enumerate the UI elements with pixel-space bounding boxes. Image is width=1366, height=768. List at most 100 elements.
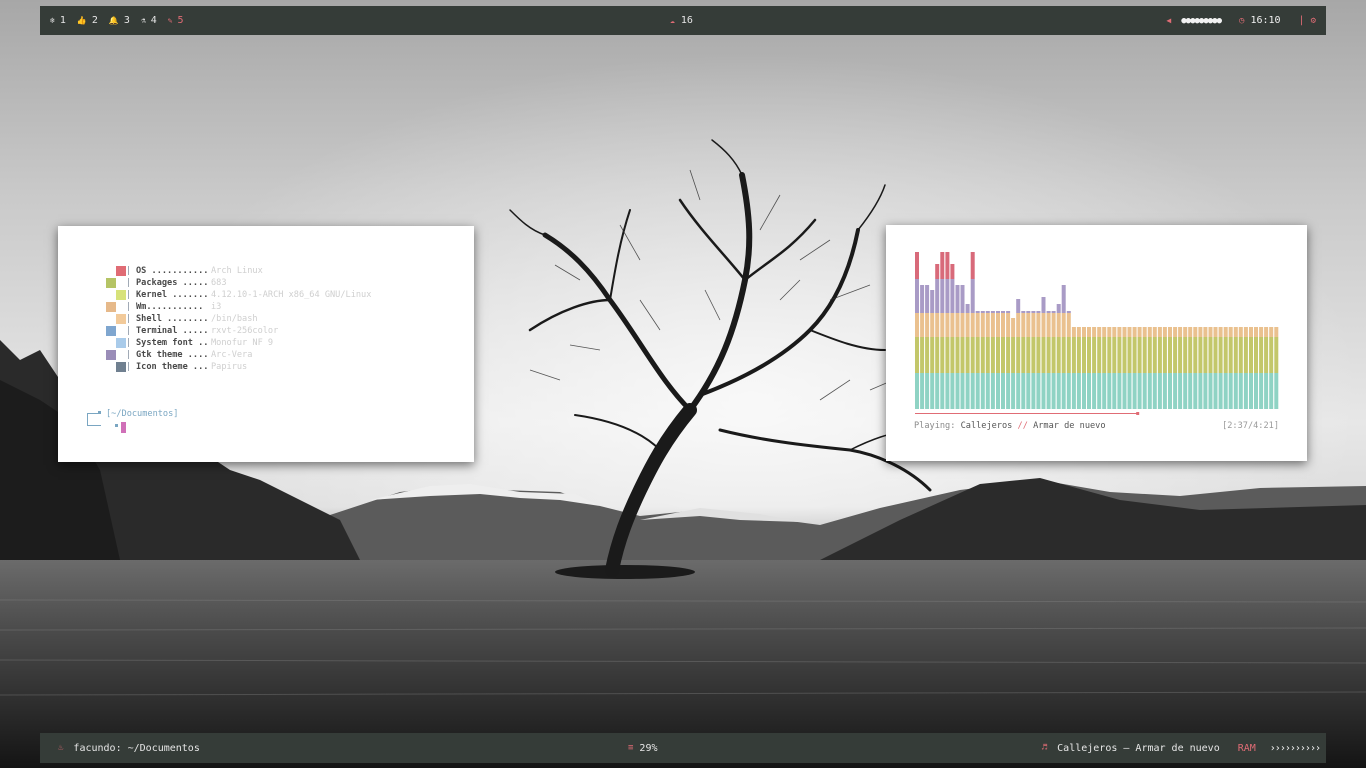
workspace-5[interactable]: ✎ 5 xyxy=(168,15,184,26)
spectrum-bar xyxy=(1249,337,1253,373)
spectrum-bar xyxy=(1082,327,1086,337)
spectrum-bar xyxy=(1046,311,1051,313)
spectrum-bar xyxy=(1056,337,1061,373)
spectrum-bar xyxy=(1147,337,1152,373)
spectrum-bar xyxy=(1036,313,1041,337)
workspace-label: 4 xyxy=(150,15,157,26)
info-key: Kernel ....... xyxy=(136,290,209,300)
spectrum-bar xyxy=(1112,373,1117,409)
spectrum-bar xyxy=(985,313,990,337)
spectrum-bar xyxy=(1097,373,1102,409)
spectrum-bar xyxy=(1041,373,1046,409)
cpu-usage: 29% xyxy=(639,742,658,754)
spectrum-bar xyxy=(1142,337,1147,373)
spectrum-bar xyxy=(1016,337,1021,373)
text-cursor xyxy=(121,422,126,433)
spectrum-bar xyxy=(1001,337,1005,373)
workspace-label: 5 xyxy=(177,15,184,26)
spectrum-bar xyxy=(1183,373,1188,409)
spectrum-bar xyxy=(1066,337,1071,373)
spectrum-bar xyxy=(1193,337,1198,373)
spectrum-bar xyxy=(990,311,995,313)
spectrum-bar xyxy=(1183,337,1188,373)
spectrum-bar xyxy=(920,337,925,373)
workspace-label: 2 xyxy=(91,15,98,26)
spectrum-bar xyxy=(1026,311,1031,313)
spectrum-bar xyxy=(935,313,940,337)
bottom-panel: ♨ facundo: ~/Documentos ≡ 29% ♬ Callejer… xyxy=(40,733,1326,763)
spectrum-bar xyxy=(1274,337,1279,373)
spectrum-bar xyxy=(1076,327,1081,337)
info-key: Packages ..... xyxy=(136,278,209,288)
spectrum-bar xyxy=(940,313,945,337)
spectrum-bar xyxy=(950,337,955,373)
spectrum-bar xyxy=(965,313,970,337)
spectrum-bar xyxy=(1238,327,1243,337)
current-song[interactable]: Callejeros – Armar de nuevo xyxy=(1057,743,1220,754)
info-value: Monofur NF 9 xyxy=(211,338,274,348)
artist-name: Callejeros xyxy=(960,421,1013,431)
spectrum-bar xyxy=(1178,373,1183,409)
spectrum-bar xyxy=(1001,373,1005,409)
cpu-widget: ≡ 29% xyxy=(628,743,657,754)
spectrum-bar xyxy=(1127,337,1132,373)
prompt-dot xyxy=(115,424,118,427)
spectrum-bar xyxy=(1259,327,1264,337)
spectrum-bar xyxy=(1011,337,1016,373)
music-visualizer-window[interactable]: Playing: Callejeros // Armar de nuevo [2… xyxy=(886,225,1307,461)
spectrum-bar xyxy=(925,313,930,337)
spectrum-bar xyxy=(920,313,925,337)
spectrum-bar xyxy=(1218,327,1223,337)
spectrum-bar xyxy=(950,279,955,313)
spectrum-bar xyxy=(1107,327,1112,337)
spectrum-bar xyxy=(915,373,919,409)
spectrum-bar xyxy=(1218,337,1223,373)
color-swatch xyxy=(116,362,126,372)
spectrum-bar xyxy=(1092,373,1097,409)
spectrum-bar xyxy=(1082,373,1086,409)
volume-level[interactable]: ●●●●●●●●● xyxy=(1181,16,1222,26)
volume-icon[interactable]: ◀ xyxy=(1166,16,1171,25)
spectrum-bar xyxy=(1238,337,1243,373)
spectrum-bar xyxy=(980,313,985,337)
info-key: Wm........... xyxy=(136,302,204,312)
workspace-2[interactable]: 👍 2 xyxy=(77,15,98,26)
color-swatch xyxy=(106,302,116,312)
spectrum-bar xyxy=(985,311,990,313)
workspace-1[interactable]: ❄ 1 xyxy=(50,15,66,26)
spectrum-bar xyxy=(1132,327,1137,337)
spectrum-bar xyxy=(1061,337,1066,373)
pipe-separator: | xyxy=(126,302,132,312)
terminal-window[interactable]: | OS ........... Arch Linux | Packages .....… xyxy=(58,226,474,462)
color-swatch xyxy=(106,350,116,360)
workspace-4[interactable]: ⚗ 4 xyxy=(141,15,157,26)
spectrum-bar xyxy=(965,337,970,373)
spectrum-bar xyxy=(960,337,965,373)
spectrum-bar xyxy=(925,337,930,373)
spectrum-bar xyxy=(1041,337,1046,373)
spectrum-bar xyxy=(1203,327,1208,337)
workspace-3[interactable]: 🔔 3 xyxy=(109,15,130,26)
color-swatch xyxy=(106,278,116,288)
spectrum-bar xyxy=(920,373,925,409)
progress-knob[interactable] xyxy=(1136,412,1140,415)
spectrum-bar xyxy=(930,313,935,337)
spectrum-bar xyxy=(1173,337,1178,373)
music-note-icon[interactable]: ♬ xyxy=(1042,743,1047,753)
spectrum-bar xyxy=(955,373,960,409)
spectrum-bar xyxy=(1087,337,1091,373)
spectrum-bar xyxy=(1097,327,1102,337)
now-playing: Playing: Callejeros // Armar de nuevo xyxy=(914,421,1106,431)
spectrum-bar xyxy=(1198,327,1203,337)
spectrum-bar xyxy=(1183,327,1188,337)
spectrum-bar xyxy=(996,313,1000,337)
gear-icon[interactable]: ⚙ xyxy=(1311,16,1316,26)
spectrum-bar xyxy=(1071,373,1076,409)
pipe-separator: | xyxy=(126,278,132,288)
spectrum-bar xyxy=(935,264,940,279)
spectrum-bar xyxy=(1228,337,1233,373)
cpu-icon: ≡ xyxy=(628,743,634,753)
info-key: OS ........... xyxy=(136,266,209,276)
spectrum-bar xyxy=(1066,311,1071,313)
spectrum-bar xyxy=(1269,327,1274,337)
